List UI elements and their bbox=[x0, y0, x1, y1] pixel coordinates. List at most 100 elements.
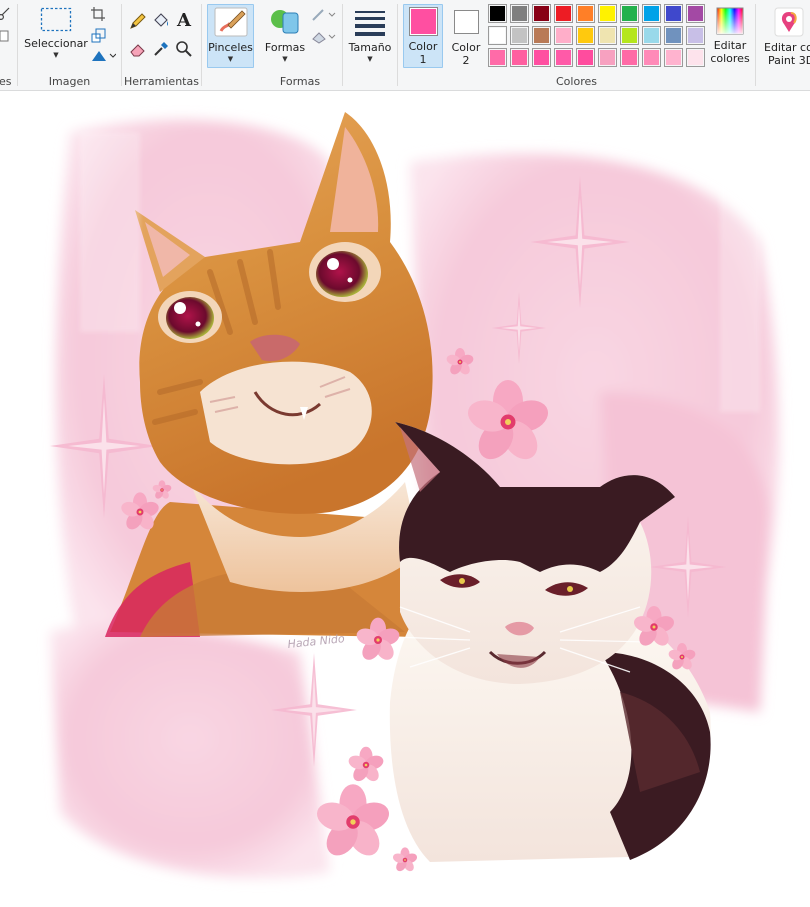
palette-swatch[interactable] bbox=[576, 48, 595, 67]
palette-swatch[interactable] bbox=[686, 48, 705, 67]
palette-swatch[interactable] bbox=[554, 4, 573, 23]
palette-swatch[interactable] bbox=[488, 48, 507, 67]
palette-swatch-color bbox=[578, 6, 593, 21]
edit-colors-label: Editar colores bbox=[710, 39, 750, 65]
cut-icon[interactable] bbox=[0, 4, 14, 24]
image-group: Seleccionar ▼ Imagen bbox=[18, 0, 121, 91]
clipboard-group-partial: es bbox=[0, 0, 18, 91]
text-tool-icon[interactable]: A bbox=[174, 10, 194, 31]
palette-swatch[interactable] bbox=[532, 48, 551, 67]
brushes-button[interactable]: Pinceles ▼ bbox=[207, 4, 254, 68]
palette-swatch[interactable] bbox=[554, 26, 573, 45]
palette-swatch-color bbox=[556, 50, 571, 65]
crop-icon[interactable] bbox=[88, 4, 108, 24]
palette-swatch[interactable] bbox=[488, 4, 507, 23]
palette-swatch-color bbox=[600, 28, 615, 43]
palette-swatch-color bbox=[622, 28, 637, 43]
palette-swatch[interactable] bbox=[598, 26, 617, 45]
palette-swatch[interactable] bbox=[620, 4, 639, 23]
palette-swatch[interactable] bbox=[510, 26, 529, 45]
shapes-icon bbox=[271, 10, 299, 34]
palette-swatch[interactable] bbox=[554, 48, 573, 67]
shapes-group: Formas ▼ Formas bbox=[258, 0, 342, 91]
palette-swatch[interactable] bbox=[642, 26, 661, 45]
chevron-down-icon: ▼ bbox=[227, 55, 234, 63]
palette-swatch-color bbox=[578, 28, 593, 43]
palette-swatch[interactable] bbox=[576, 4, 595, 23]
palette-swatch[interactable] bbox=[598, 4, 617, 23]
cats-painting: Hada Nido bbox=[49, 112, 779, 879]
palette-swatch[interactable] bbox=[686, 26, 705, 45]
magnifier-icon[interactable] bbox=[174, 39, 194, 59]
palette-swatch-color bbox=[688, 28, 703, 43]
copy-icon[interactable] bbox=[0, 26, 14, 46]
palette-swatch[interactable] bbox=[620, 48, 639, 67]
palette-swatch-color bbox=[666, 28, 681, 43]
palette-swatch[interactable] bbox=[576, 26, 595, 45]
color2-button[interactable]: Color 2 bbox=[446, 4, 486, 68]
palette-swatch[interactable] bbox=[510, 48, 529, 67]
color1-label: Color 1 bbox=[408, 40, 438, 66]
color-picker-icon[interactable] bbox=[151, 39, 171, 59]
palette-swatch[interactable] bbox=[488, 26, 507, 45]
palette-swatch-color bbox=[644, 50, 659, 65]
colors-group: Color 1 Color 2 Editar colores Colores bbox=[398, 0, 755, 91]
paint3d-label: Editar conPaint 3D bbox=[764, 41, 810, 67]
palette-swatch-color bbox=[688, 50, 703, 65]
outline-icon[interactable] bbox=[310, 5, 338, 25]
chevron-down-icon: ▼ bbox=[53, 51, 59, 59]
paint3d-group: Editar conPaint 3D bbox=[756, 0, 810, 91]
size-group: Tamaño ▼ bbox=[343, 0, 397, 91]
shapes-label: Formas bbox=[264, 41, 306, 54]
color1-swatch bbox=[408, 7, 438, 36]
palette-swatch-color bbox=[556, 6, 571, 21]
colors-group-label: Colores bbox=[556, 75, 597, 88]
palette-swatch-color bbox=[556, 28, 571, 43]
color-spectrum-icon bbox=[716, 7, 744, 35]
palette-swatch[interactable] bbox=[510, 4, 529, 23]
palette-swatch-color bbox=[600, 6, 615, 21]
palette-swatch[interactable] bbox=[664, 4, 683, 23]
palette-swatch-color bbox=[490, 6, 505, 21]
chevron-down-icon: ▼ bbox=[282, 55, 288, 63]
brushes-label: Pinceles bbox=[208, 41, 253, 54]
palette-swatch[interactable] bbox=[532, 4, 551, 23]
palette-swatch[interactable] bbox=[642, 4, 661, 23]
pencil-icon[interactable] bbox=[128, 11, 148, 31]
palette-swatch-color bbox=[578, 50, 593, 65]
image-group-label: Imagen bbox=[48, 75, 91, 88]
brushes-group: Pinceles ▼ bbox=[202, 0, 258, 91]
palette-swatch-color bbox=[622, 6, 637, 21]
drawing-canvas[interactable]: Hada Nido bbox=[0, 92, 810, 907]
group-label-partial: es bbox=[0, 75, 12, 88]
palette-swatch[interactable] bbox=[642, 48, 661, 67]
edit-colors-button[interactable]: Editar colores bbox=[708, 4, 752, 74]
palette-swatch[interactable] bbox=[620, 26, 639, 45]
select-button[interactable]: Seleccionar ▼ bbox=[22, 4, 90, 68]
fill-bucket-icon[interactable] bbox=[151, 11, 171, 31]
color2-swatch bbox=[453, 10, 479, 34]
palette-swatch[interactable] bbox=[664, 48, 683, 67]
palette-swatch-color bbox=[600, 50, 615, 65]
palette-swatch-color bbox=[644, 6, 659, 21]
fill-icon[interactable] bbox=[310, 27, 338, 47]
palette-swatch-color bbox=[512, 6, 527, 21]
palette-swatch[interactable] bbox=[532, 26, 551, 45]
palette-swatch-color bbox=[688, 6, 703, 21]
eraser-icon[interactable] bbox=[128, 39, 148, 59]
color2-label: Color 2 bbox=[451, 41, 481, 67]
palette-swatch[interactable] bbox=[686, 4, 705, 23]
color1-button[interactable]: Color 1 bbox=[403, 4, 443, 68]
resize-icon[interactable] bbox=[88, 25, 108, 45]
ribbon: es Seleccionar ▼ Imagen A Herramientas P… bbox=[0, 0, 810, 91]
edit-with-paint3d-button[interactable]: Editar conPaint 3D bbox=[758, 4, 810, 74]
chevron-down-icon: ▼ bbox=[367, 55, 373, 63]
shapes-button[interactable]: Formas ▼ bbox=[262, 4, 308, 68]
brush-icon bbox=[214, 7, 247, 37]
palette-swatch[interactable] bbox=[598, 48, 617, 67]
size-button[interactable]: Tamaño ▼ bbox=[346, 4, 394, 68]
palette-swatch-color bbox=[512, 50, 527, 65]
tools-group: A Herramientas bbox=[122, 0, 201, 91]
palette-swatch[interactable] bbox=[664, 26, 683, 45]
rotate-icon[interactable] bbox=[88, 46, 118, 66]
